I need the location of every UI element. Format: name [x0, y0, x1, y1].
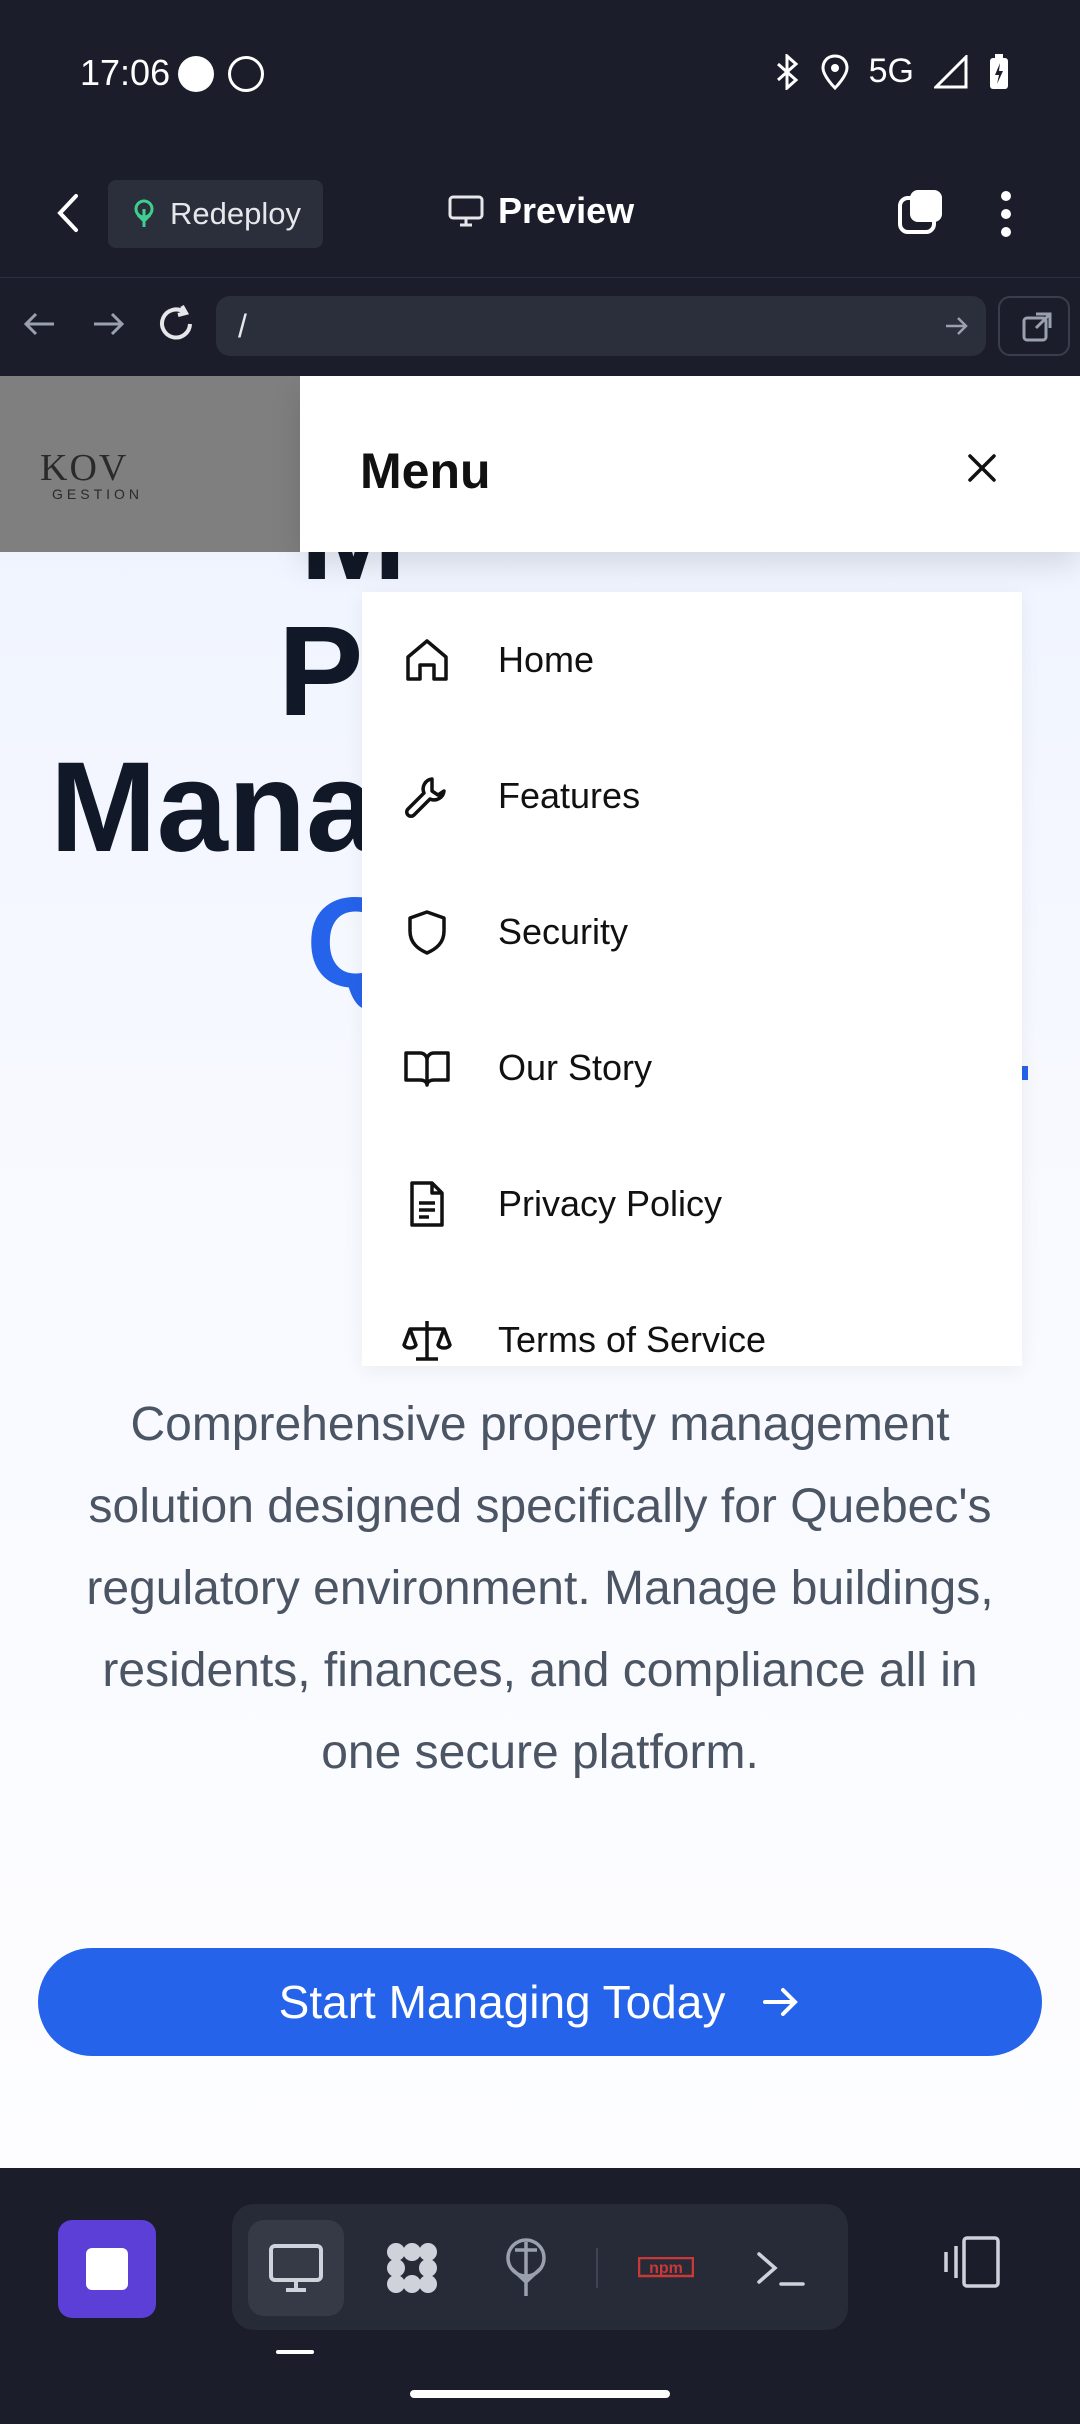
- reload-icon[interactable]: [154, 302, 198, 346]
- messenger-icon: [178, 56, 214, 92]
- bottom-toolbar: npm: [0, 2168, 1080, 2424]
- tool-group: npm: [232, 2204, 848, 2330]
- menu-drawer-header: Menu: [300, 376, 1080, 552]
- stop-button[interactable]: [58, 2220, 156, 2318]
- status-bar: 17:06 5G: [0, 0, 1080, 150]
- status-time: 17:06: [80, 52, 171, 93]
- scroll-indicator: [1022, 1066, 1028, 1080]
- menu-item-label: Security: [498, 911, 629, 952]
- shield-icon: [408, 910, 446, 955]
- tabs-icon[interactable]: [896, 188, 944, 236]
- menu-item-security[interactable]: Security: [362, 864, 1022, 1000]
- arrow-right-icon[interactable]: [86, 302, 130, 346]
- npm-label: npm: [649, 2260, 683, 2277]
- menu-item-features[interactable]: Features: [362, 728, 1022, 864]
- menu-item-privacy-policy[interactable]: Privacy Policy: [362, 1136, 1022, 1272]
- components-tool-button[interactable]: [364, 2220, 460, 2316]
- more-vertical-icon[interactable]: [990, 188, 1022, 240]
- go-arrow-icon[interactable]: [942, 312, 970, 340]
- terminal-tool-icon: [757, 2252, 805, 2286]
- menu-item-label: Our Story: [498, 1047, 653, 1088]
- document-icon: [410, 1181, 444, 1227]
- preview-label: Preview: [498, 190, 635, 231]
- menu-item-label: Privacy Policy: [498, 1183, 723, 1224]
- url-path: /: [238, 308, 247, 344]
- components-tool-icon: [387, 2243, 437, 2293]
- preview-tool-button[interactable]: [248, 2220, 344, 2316]
- menu-item-terms-of-service[interactable]: Terms of Service: [362, 1272, 1022, 1408]
- npm-tool-button[interactable]: npm: [618, 2220, 714, 2316]
- home-icon: [406, 639, 448, 681]
- arrow-left-icon[interactable]: [18, 302, 62, 346]
- menu-item-label: Features: [498, 775, 641, 816]
- redeploy-button[interactable]: Redeploy: [108, 180, 323, 248]
- close-icon[interactable]: [964, 450, 1000, 486]
- stop-icon: [86, 2248, 128, 2290]
- menu-item-label: Terms of Service: [498, 1319, 767, 1360]
- monitor-icon: [448, 195, 484, 227]
- open-external-button[interactable]: [998, 296, 1070, 356]
- waze-icon: [228, 56, 264, 92]
- active-tab-indicator: [276, 2350, 314, 2354]
- preview-tool-icon: [269, 2244, 323, 2292]
- cta-label: Start Managing Today: [278, 1976, 726, 2028]
- deploy-tool-button[interactable]: [478, 2220, 574, 2316]
- menu-item-label: Home: [498, 639, 595, 680]
- menu-item-our-story[interactable]: Our Story: [362, 1000, 1022, 1136]
- terminal-tool-button[interactable]: [732, 2220, 828, 2316]
- deploy-tool-icon: [506, 2238, 546, 2296]
- menu-list: Home Features Security Our Story Privacy…: [362, 592, 1022, 1366]
- chevron-left-icon[interactable]: [48, 188, 88, 238]
- signal-icon: [934, 54, 968, 88]
- home-indicator[interactable]: [410, 2390, 670, 2398]
- npm-tool-icon: npm: [638, 2257, 694, 2278]
- url-input[interactable]: /: [216, 296, 986, 356]
- external-link-icon: [1022, 312, 1052, 342]
- start-managing-button[interactable]: Start Managing Today: [38, 1948, 1042, 2056]
- split-view-icon[interactable]: [942, 2232, 1002, 2292]
- network-type: 5G: [868, 52, 914, 90]
- book-open-icon: [404, 1051, 450, 1087]
- hero-description: Comprehensive property management soluti…: [86, 1398, 994, 1779]
- redeploy-label: Redeploy: [170, 196, 301, 231]
- app-header: Redeploy Preview: [0, 150, 1080, 278]
- menu-item-home[interactable]: Home: [362, 592, 1022, 728]
- web-preview: KOV GESTION M P Mana Q Comprehensive pro…: [0, 376, 1080, 2168]
- tool-separator: [596, 2248, 598, 2288]
- preview-title: Preview: [448, 190, 634, 232]
- wrench-icon: [405, 777, 446, 818]
- menu-title: Menu: [360, 443, 491, 499]
- scale-icon: [402, 1321, 452, 1361]
- location-icon: [821, 53, 849, 90]
- battery-charging-icon: [990, 53, 1008, 89]
- bluetooth-icon: [776, 53, 798, 90]
- arrow-right-icon: [763, 1988, 799, 2016]
- browser-toolbar: /: [0, 278, 1080, 376]
- deploy-icon: [134, 199, 154, 227]
